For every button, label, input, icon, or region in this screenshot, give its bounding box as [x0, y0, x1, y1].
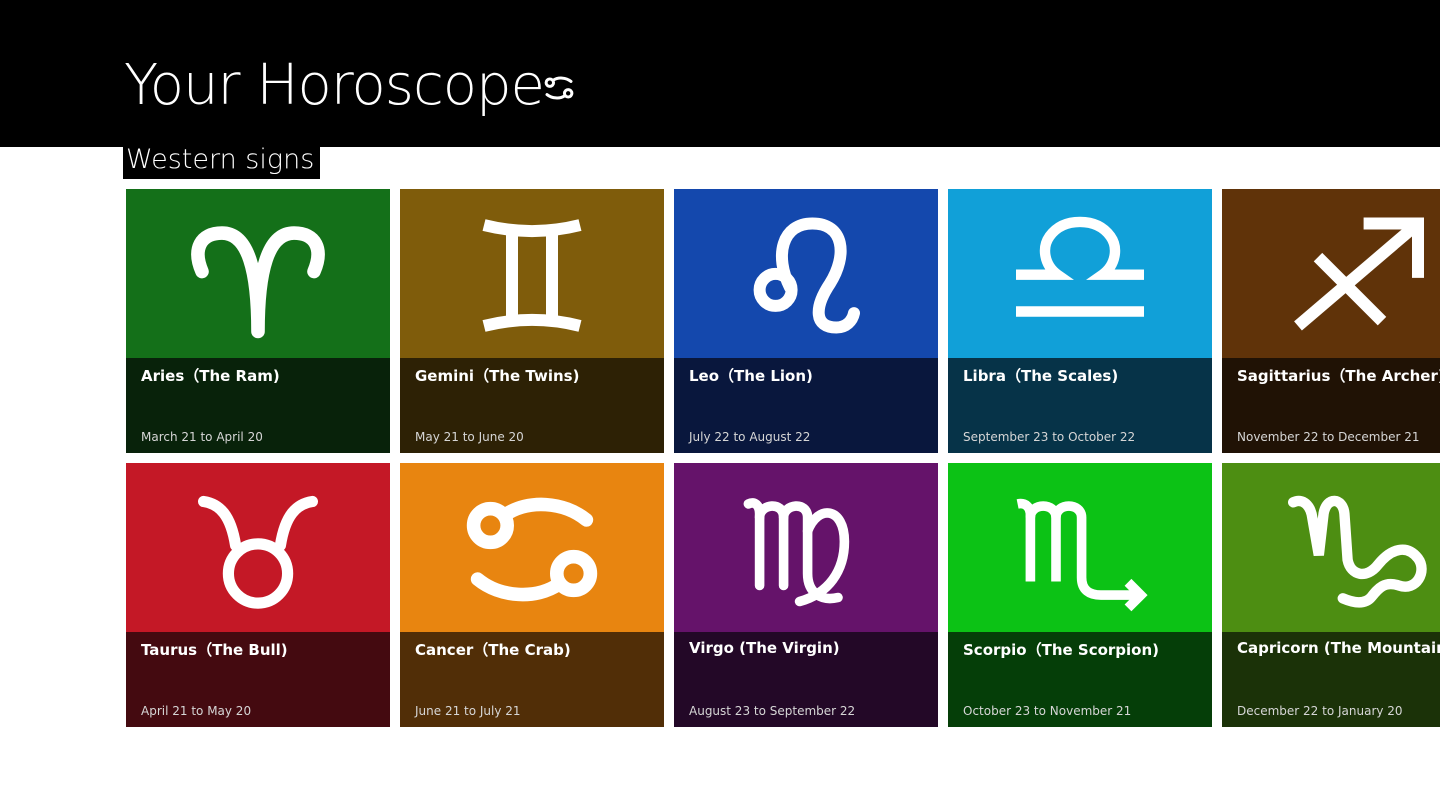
tile-cancer[interactable]: Cancer（The Crab) June 21 to July 21 — [400, 463, 664, 727]
tile-taurus[interactable]: Taurus（The Bull) April 21 to May 20 — [126, 463, 390, 727]
tile-name: Taurus（The Bull) — [141, 641, 288, 659]
tile-dates: September 23 to October 22 — [963, 430, 1136, 444]
scorpio-icon — [1016, 498, 1148, 612]
tile-name: Leo（The Lion) — [689, 367, 813, 385]
tile-caption: Taurus（The Bull) April 21 to May 20 — [126, 632, 390, 727]
tile-symbol-area — [948, 463, 1212, 632]
gemini-icon — [482, 219, 582, 332]
tile-scorpio[interactable]: Scorpio（The Scorpion) October 23 to Nove… — [948, 463, 1212, 727]
tile-capricorn[interactable]: Capricorn (The Mountain-goat) December 2… — [1222, 463, 1440, 727]
cancer-icon — [544, 76, 574, 100]
tile-symbol-area — [1222, 189, 1440, 358]
tile-caption: Libra（The Scales) September 23 to Octobe… — [948, 358, 1212, 453]
tile-dates: November 22 to December 21 — [1237, 430, 1420, 444]
app-header: Your Horoscope — [0, 0, 1440, 147]
tile-name: Capricorn (The Mountain-goat) — [1237, 639, 1440, 657]
tile-caption: Capricorn (The Mountain-goat) December 2… — [1222, 632, 1440, 727]
tile-name: Gemini（The Twins) — [415, 367, 580, 385]
tile-libra[interactable]: Libra（The Scales) September 23 to Octobe… — [948, 189, 1212, 453]
leo-icon — [753, 217, 860, 334]
tile-dates: August 23 to September 22 — [689, 704, 856, 718]
tile-dates: April 21 to May 20 — [141, 704, 252, 718]
virgo-icon — [743, 498, 850, 607]
sagittarius-icon — [1294, 217, 1424, 331]
tile-caption: Sagittarius（The Archer) November 22 to D… — [1222, 358, 1440, 453]
tile-gemini[interactable]: Gemini（The Twins) May 21 to June 20 — [400, 189, 664, 453]
cancer-icon — [466, 497, 598, 602]
tile-symbol-area — [948, 189, 1212, 358]
tile-caption: Leo（The Lion) July 22 to August 22 — [674, 358, 938, 453]
taurus-icon — [198, 495, 318, 609]
capricorn-icon — [1288, 495, 1427, 608]
tile-dates: December 22 to January 20 — [1237, 704, 1403, 718]
tile-name: Virgo (The Virgin) — [689, 639, 840, 657]
tile-name: Libra（The Scales) — [963, 367, 1119, 385]
app-title: Your Horoscope — [124, 53, 545, 118]
tile-name: Aries（The Ram) — [141, 367, 280, 385]
libra-icon — [1016, 216, 1144, 317]
tile-symbol-area — [126, 189, 390, 358]
tile-dates: June 21 to July 21 — [415, 704, 521, 718]
tile-symbol-area — [674, 189, 938, 358]
tile-symbol-area — [1222, 463, 1440, 632]
section-header-western-signs[interactable]: Western signs — [123, 143, 321, 179]
tile-dates: October 23 to November 21 — [963, 704, 1132, 718]
tile-name: Sagittarius（The Archer) — [1237, 367, 1440, 385]
tile-virgo[interactable]: Virgo (The Virgin) August 23 to Septembe… — [674, 463, 938, 727]
tile-caption: Cancer（The Crab) June 21 to July 21 — [400, 632, 664, 727]
tile-name: Cancer（The Crab) — [415, 641, 571, 659]
tile-dates: May 21 to June 20 — [415, 430, 524, 444]
tile-symbol-area — [400, 463, 664, 632]
tile-dates: July 22 to August 22 — [689, 430, 811, 444]
tile-caption: Aries（The Ram) March 21 to April 20 — [126, 358, 390, 453]
tile-symbol-area — [674, 463, 938, 632]
tile-symbol-area — [400, 189, 664, 358]
tile-dates: March 21 to April 20 — [141, 430, 263, 444]
app-window: Your Horoscope Western signs Aries（The R… — [0, 0, 1440, 810]
tile-caption: Scorpio（The Scorpion) October 23 to Nove… — [948, 632, 1212, 727]
tile-sagittarius[interactable]: Sagittarius（The Archer) November 22 to D… — [1222, 189, 1440, 453]
tile-name: Scorpio（The Scorpion) — [963, 641, 1160, 659]
signs-grid: Aries（The Ram) March 21 to April 20 Gemi… — [126, 189, 1440, 729]
aries-icon — [191, 226, 325, 339]
tile-caption: Virgo (The Virgin) August 23 to Septembe… — [674, 632, 938, 727]
tile-aries[interactable]: Aries（The Ram) March 21 to April 20 — [126, 189, 390, 453]
tile-symbol-area — [126, 463, 390, 632]
tile-leo[interactable]: Leo（The Lion) July 22 to August 22 — [674, 189, 938, 453]
tile-caption: Gemini（The Twins) May 21 to June 20 — [400, 358, 664, 453]
